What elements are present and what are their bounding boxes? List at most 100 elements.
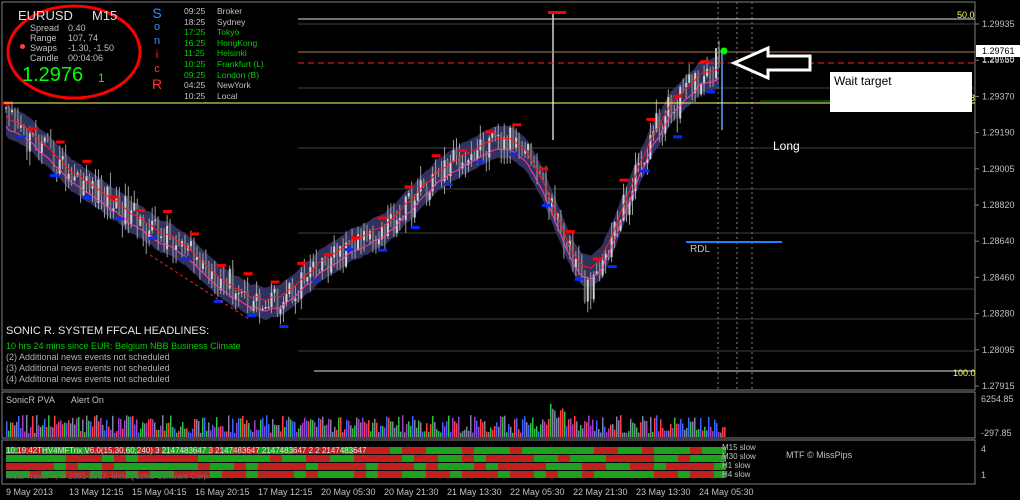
candle-body: [43, 137, 46, 142]
pva-volume-bar: [76, 418, 78, 437]
trix-cell: [330, 471, 342, 478]
pva-volume-bar: [692, 421, 694, 437]
trix-cell: [330, 463, 342, 470]
pva-volume-bar: [524, 416, 526, 437]
pva-volume-bar: [432, 416, 434, 437]
pva-volume-bar: [602, 417, 604, 437]
pva-volume-bar: [660, 419, 662, 437]
candle-body: [488, 137, 491, 158]
candle-body: [246, 291, 249, 306]
trix-cell: [450, 471, 462, 478]
trix-cell: [222, 455, 234, 462]
fractal-down-marker: [49, 174, 59, 178]
pva-volume-bar: [508, 424, 510, 437]
pva-volume-bar: [520, 432, 522, 437]
pva-volume-bar: [416, 427, 418, 437]
pva-volume-bar: [146, 422, 148, 437]
trix-cell: [234, 463, 246, 470]
pva-volume-bar: [456, 423, 458, 437]
candle-body: [709, 68, 712, 78]
pva-volume-bar: [332, 432, 334, 437]
pva-volume-bars: [6, 403, 726, 437]
candle-body: [225, 283, 228, 289]
pva-volume-bar: [532, 417, 534, 437]
pva-volume-bar: [192, 428, 194, 437]
pva-volume-bar: [588, 415, 590, 437]
pva-volume-bar: [290, 419, 292, 437]
pva-volume-bar: [466, 426, 468, 437]
trix-row-label: M15 slow: [722, 443, 756, 452]
pva-volume-bar: [666, 430, 668, 437]
trix-cell: [570, 463, 582, 470]
trix-cell: [342, 463, 354, 470]
trix-cell: [594, 471, 606, 478]
candle-body: [49, 138, 52, 145]
fractal-down-marker: [476, 160, 486, 164]
pva-volume-bar: [446, 421, 448, 437]
trix-cell: [282, 471, 294, 478]
candle-body: [210, 271, 213, 280]
fractal-up-marker: [404, 185, 414, 189]
pva-volume-bar: [86, 415, 88, 437]
fractal-up-marker: [512, 123, 522, 127]
trix-cell: [438, 455, 450, 462]
pva-volume-bar: [96, 415, 98, 437]
pva-volume-bar: [580, 425, 582, 437]
session-name: HongKong: [217, 37, 258, 48]
pva-volume-bar: [438, 431, 440, 437]
trix-cell: [342, 455, 354, 462]
trix-cell: [54, 455, 66, 462]
pva-volume-bar: [172, 426, 174, 437]
wait-target-box[interactable]: Wait target: [830, 72, 972, 112]
pva-volume-bar: [494, 425, 496, 437]
trix-cell: [702, 463, 714, 470]
trix-cell: [534, 471, 546, 478]
candle-body: [470, 154, 473, 161]
trix-cell: [378, 447, 390, 454]
trix-cell: [66, 463, 78, 470]
pva-volume-bar: [408, 421, 410, 437]
pva-volume-bar: [34, 432, 36, 437]
trix-axis-top: 4: [981, 444, 986, 454]
pva-volume-bar: [326, 424, 328, 437]
pva-volume-bar: [454, 421, 456, 437]
pva-volume-bar: [412, 416, 414, 437]
pva-volume-bar: [310, 419, 312, 437]
candle-body: [82, 180, 85, 196]
trix-cell: [606, 455, 618, 462]
pva-volume-bar: [32, 416, 34, 437]
pva-volume-bar: [220, 426, 222, 437]
candle-body: [312, 261, 315, 267]
pva-volume-bar: [294, 421, 296, 437]
price-tick-label: 1.28095: [982, 345, 1015, 355]
pva-volume-bar: [714, 419, 716, 437]
pva-volume-bar: [30, 427, 32, 437]
pva-volume-bar: [420, 422, 422, 437]
pva-volume-bar: [64, 422, 66, 437]
trix-cell: [414, 471, 426, 478]
pva-volume-bar: [276, 425, 278, 437]
candle-body: [55, 169, 58, 174]
pva-volume-bar: [144, 423, 146, 437]
candle-body: [118, 196, 121, 215]
pva-volume-bar: [110, 429, 112, 437]
fractal-down-marker: [673, 135, 683, 139]
candle-body: [318, 270, 321, 272]
pva-volume-bar: [696, 430, 698, 437]
pva-volume-bar: [126, 415, 128, 437]
pva-volume-bar: [230, 432, 232, 437]
pva-volume-bar: [662, 427, 664, 437]
fractal-up-marker: [297, 261, 307, 265]
pva-volume-bar: [404, 432, 406, 437]
pva-volume-bar: [590, 425, 592, 437]
trix-cell: [186, 455, 198, 462]
trix-cell: [462, 447, 474, 454]
candle-body: [685, 82, 688, 88]
candle-body: [73, 176, 76, 181]
date-tick-label: 13 May 12:15: [69, 487, 124, 497]
candle-body: [294, 298, 297, 302]
pva-volume-bar: [514, 419, 516, 437]
pva-volume-bar: [706, 430, 708, 437]
trix-cell: [618, 455, 630, 462]
fractal-down-marker: [345, 248, 355, 252]
